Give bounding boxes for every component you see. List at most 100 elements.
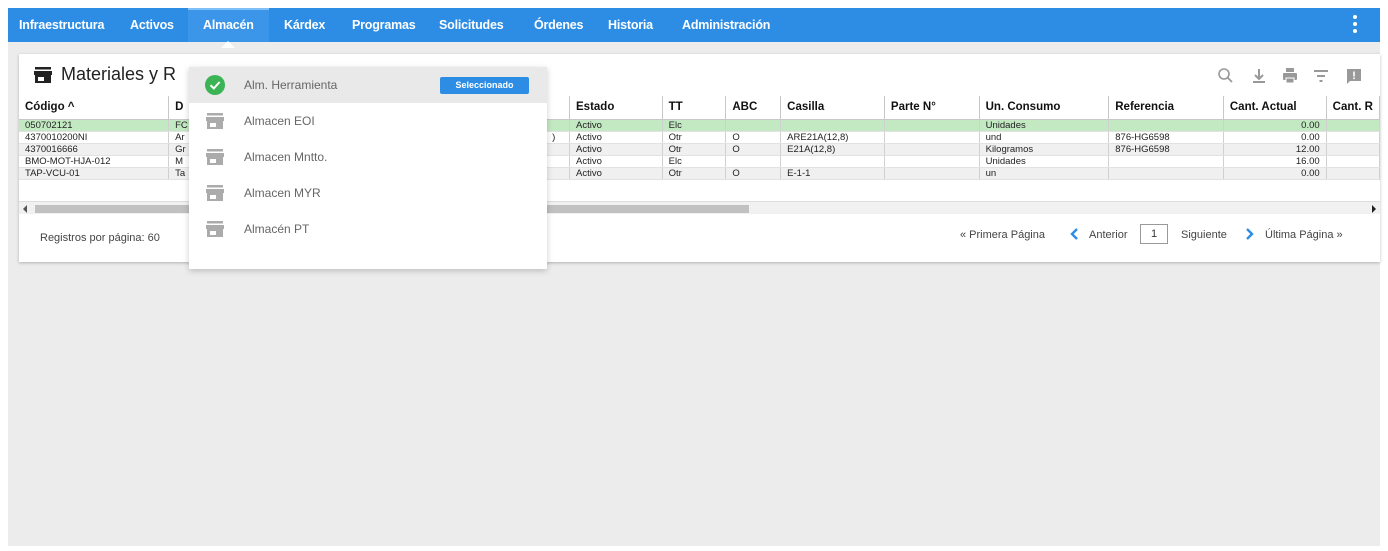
table-cell bbox=[545, 155, 570, 168]
download-icon[interactable] bbox=[1249, 66, 1269, 86]
table-cell bbox=[780, 155, 885, 168]
table-cell bbox=[780, 119, 885, 132]
table-cell: Unidades bbox=[979, 155, 1110, 168]
table-cell: 876-HG6598 bbox=[1108, 143, 1224, 156]
table-cell: 16.00 bbox=[1223, 155, 1327, 168]
dropdown-item-almacen-eoi[interactable]: Almacen EOI bbox=[189, 103, 547, 139]
table-cell bbox=[1326, 119, 1380, 132]
column-header-codigo[interactable]: Código ^ bbox=[19, 96, 170, 120]
store-icon bbox=[206, 149, 224, 165]
column-header-estado[interactable]: Estado bbox=[569, 96, 663, 120]
check-circle-icon bbox=[205, 75, 225, 95]
table-cell bbox=[545, 143, 570, 156]
column-header-parte[interactable]: Parte N° bbox=[884, 96, 980, 120]
table-cell: Otr bbox=[662, 167, 727, 180]
table-cell: Activo bbox=[569, 119, 663, 132]
table-cell: Otr bbox=[662, 143, 727, 156]
warehouse-dropdown: Alm. Herramienta Seleccionado Almacen EO… bbox=[189, 67, 547, 269]
table-cell: ARE21A(12,8) bbox=[780, 131, 885, 144]
table-cell bbox=[1108, 167, 1224, 180]
scroll-left-icon[interactable] bbox=[23, 205, 27, 213]
selected-badge: Seleccionado bbox=[440, 77, 529, 94]
nav-item-activos[interactable]: Activos bbox=[130, 8, 174, 42]
table-cell bbox=[1108, 119, 1224, 132]
table-cell: un bbox=[979, 167, 1110, 180]
nav-item-programas[interactable]: Programas bbox=[352, 8, 416, 42]
nav-item-administracion[interactable]: Administración bbox=[682, 8, 770, 42]
nav-item-infraestructura[interactable]: Infraestructura bbox=[19, 8, 104, 42]
table-cell: E21A(12,8) bbox=[780, 143, 885, 156]
table-cell bbox=[884, 131, 980, 144]
app-page: Infraestructura Activos Almacén Kárdex P… bbox=[8, 8, 1380, 546]
table-cell: Elc bbox=[662, 119, 727, 132]
top-navbar: Infraestructura Activos Almacén Kárdex P… bbox=[8, 8, 1380, 48]
card-toolbar bbox=[1216, 66, 1366, 86]
store-icon bbox=[206, 113, 224, 129]
dropdown-item-alm-herramienta[interactable]: Alm. Herramienta Seleccionado bbox=[189, 67, 547, 103]
column-header-un-consumo[interactable]: Un. Consumo bbox=[979, 96, 1110, 120]
table-cell: Unidades bbox=[979, 119, 1110, 132]
table-cell: BMO-MOT-HJA-012 bbox=[19, 155, 170, 168]
nav-item-historia[interactable]: Historia bbox=[608, 8, 653, 42]
table-cell: Activo bbox=[569, 131, 663, 144]
column-header-referencia[interactable]: Referencia bbox=[1108, 96, 1224, 120]
records-per-page[interactable]: Registros por página: 60 bbox=[40, 232, 160, 244]
table-cell bbox=[725, 155, 782, 168]
first-page-link[interactable]: « Primera Página bbox=[960, 229, 1045, 241]
table-cell: Elc bbox=[662, 155, 727, 168]
table-cell bbox=[884, 167, 980, 180]
chevron-left-icon[interactable] bbox=[1069, 227, 1079, 241]
table-cell: Otr bbox=[662, 131, 727, 144]
previous-page-link[interactable]: Anterior bbox=[1089, 229, 1128, 241]
table-cell: 876-HG6598 bbox=[1108, 131, 1224, 144]
column-header-casilla[interactable]: Casilla bbox=[780, 96, 885, 120]
dropdown-item-label: Almacen EOI bbox=[244, 114, 315, 128]
filter-icon[interactable] bbox=[1311, 66, 1331, 86]
nav-item-kardex[interactable]: Kárdex bbox=[284, 8, 325, 42]
table-cell: E-1-1 bbox=[780, 167, 885, 180]
column-header-tt[interactable]: TT bbox=[662, 96, 727, 120]
dropdown-item-label: Almacen Mntto. bbox=[244, 150, 328, 164]
dropdown-item-almacen-myr[interactable]: Almacen MYR bbox=[189, 175, 547, 211]
pagination: « Primera Página Anterior Siguiente Últi… bbox=[960, 224, 1360, 246]
store-icon bbox=[206, 221, 224, 237]
table-cell bbox=[545, 119, 570, 132]
table-cell bbox=[1326, 143, 1380, 156]
table-cell bbox=[1326, 155, 1380, 168]
column-header-abc[interactable]: ABC bbox=[725, 96, 782, 120]
column-header-hidden[interactable] bbox=[545, 96, 570, 120]
print-icon[interactable] bbox=[1280, 66, 1300, 86]
column-header-cant-actual[interactable]: Cant. Actual bbox=[1223, 96, 1327, 120]
table-cell: O bbox=[725, 167, 782, 180]
table-cell bbox=[884, 155, 980, 168]
scroll-right-icon[interactable] bbox=[1372, 205, 1376, 213]
table-cell bbox=[1108, 155, 1224, 168]
next-page-link[interactable]: Siguiente bbox=[1181, 229, 1227, 241]
table-cell: und bbox=[979, 131, 1110, 144]
nav-item-ordenes[interactable]: Órdenes bbox=[534, 8, 584, 42]
table-cell: Activo bbox=[569, 167, 663, 180]
dropdown-item-label: Almacén PT bbox=[244, 222, 310, 236]
table-cell bbox=[725, 119, 782, 132]
table-cell bbox=[1326, 131, 1380, 144]
store-icon bbox=[206, 185, 224, 201]
table-cell: O bbox=[725, 143, 782, 156]
table-cell: 4370016666 bbox=[19, 143, 170, 156]
table-cell bbox=[884, 119, 980, 132]
table-cell: 4370010200NI bbox=[19, 131, 170, 144]
table-cell: 0.00 bbox=[1223, 167, 1327, 180]
nav-item-almacen[interactable]: Almacén bbox=[188, 8, 269, 48]
nav-item-solicitudes[interactable]: Solicitudes bbox=[439, 8, 504, 42]
chevron-right-icon[interactable] bbox=[1245, 227, 1255, 241]
dropdown-item-label: Almacen MYR bbox=[244, 186, 321, 200]
search-icon[interactable] bbox=[1216, 66, 1236, 86]
last-page-link[interactable]: Última Página » bbox=[1265, 229, 1343, 241]
more-menu-icon[interactable] bbox=[1352, 15, 1358, 35]
feedback-icon[interactable] bbox=[1344, 66, 1364, 86]
column-header-cant-r[interactable]: Cant. R bbox=[1326, 96, 1380, 120]
store-icon bbox=[34, 67, 52, 83]
table-cell: 12.00 bbox=[1223, 143, 1327, 156]
dropdown-item-almacen-mntto[interactable]: Almacen Mntto. bbox=[189, 139, 547, 175]
dropdown-item-almacen-pt[interactable]: Almacén PT bbox=[189, 211, 547, 247]
page-number-input[interactable] bbox=[1140, 224, 1168, 244]
